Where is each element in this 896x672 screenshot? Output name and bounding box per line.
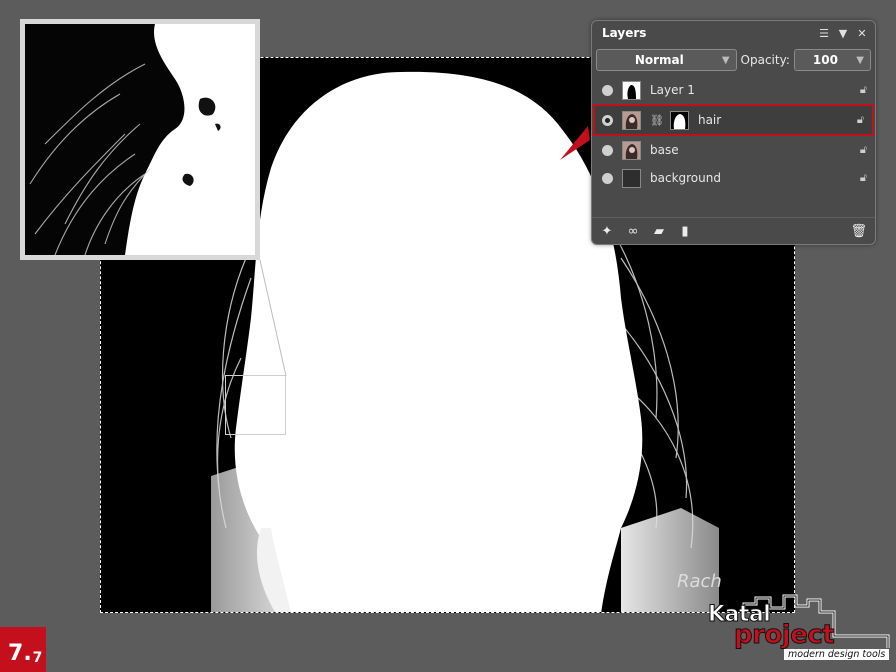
visibility-toggle[interactable] — [602, 144, 613, 156]
layer-row-background[interactable]: background 🔓︎ — [592, 164, 875, 192]
opacity-field[interactable]: 100 ▼ — [793, 49, 871, 71]
step-major: 7 — [8, 641, 24, 666]
step-badge: 7.7 — [0, 627, 46, 672]
blend-mode-select[interactable]: Normal ▼ — [596, 49, 737, 71]
layer-row-base[interactable]: base 🔓︎ — [592, 136, 875, 164]
close-icon[interactable]: ✕ — [857, 27, 867, 40]
katal-project-logo: Katal project modern design tools — [704, 592, 894, 664]
logo-tagline: modern design tools — [784, 649, 890, 660]
visibility-toggle[interactable] — [602, 84, 613, 96]
mask-thumbnail[interactable] — [669, 110, 689, 130]
layers-panel-header[interactable]: Layers ☰ ▼ ✕ — [592, 21, 875, 45]
opacity-label: Opacity: — [740, 53, 790, 67]
step-minor: 7 — [32, 650, 43, 666]
effects-icon[interactable]: ✦ — [598, 224, 616, 239]
layers-list: Layer 1 🔓︎ ⛓︎ hair 🔓︎ base 🔓︎ background… — [592, 76, 875, 192]
lock-icon[interactable]: 🔓︎ — [860, 143, 867, 157]
menu-icon[interactable]: ☰ — [819, 27, 829, 40]
layer-name: Layer 1 — [650, 83, 695, 97]
blend-mode-value: Normal — [634, 53, 684, 67]
new-layer-icon[interactable]: ▮ — [676, 224, 694, 239]
layers-panel: Layers ☰ ▼ ✕ Normal ▼ Opacity: 100 ▼ Lay… — [591, 20, 876, 245]
trash-icon[interactable]: 🗑︎ — [850, 224, 867, 239]
lock-icon[interactable]: 🔓︎ — [860, 171, 867, 185]
layer-thumbnail — [622, 80, 641, 100]
layer-thumbnail — [622, 110, 641, 130]
layers-panel-footer: ✦ ∞ ▰ ▮ 🗑︎ — [592, 217, 875, 244]
folder-icon[interactable]: ▰ — [650, 224, 668, 239]
logo-line2: project — [733, 620, 835, 651]
layer-name: background — [650, 171, 721, 185]
layer-thumbnail — [622, 168, 641, 188]
link-icon[interactable]: ⛓︎ — [650, 114, 664, 127]
chevron-down-icon: ▼ — [721, 55, 730, 66]
layer-row-layer-1[interactable]: Layer 1 🔓︎ — [592, 76, 875, 104]
visibility-toggle[interactable] — [602, 172, 613, 184]
layer-row-hair[interactable]: ⛓︎ hair 🔓︎ — [593, 104, 874, 136]
chevron-down-icon[interactable]: ▼ — [856, 55, 864, 66]
mask-icon[interactable]: ∞ — [624, 224, 642, 239]
lock-icon[interactable]: 🔓︎ — [860, 83, 867, 97]
lock-icon[interactable]: 🔓︎ — [857, 113, 864, 127]
collapse-icon[interactable]: ▼ — [838, 27, 848, 40]
layers-panel-title: Layers — [602, 26, 647, 40]
watermark-text: Rach — [677, 571, 722, 592]
layer-thumbnail — [622, 140, 641, 160]
layer-name: base — [650, 143, 679, 157]
layer-name: hair — [697, 113, 722, 127]
visibility-toggle[interactable] — [602, 114, 613, 126]
